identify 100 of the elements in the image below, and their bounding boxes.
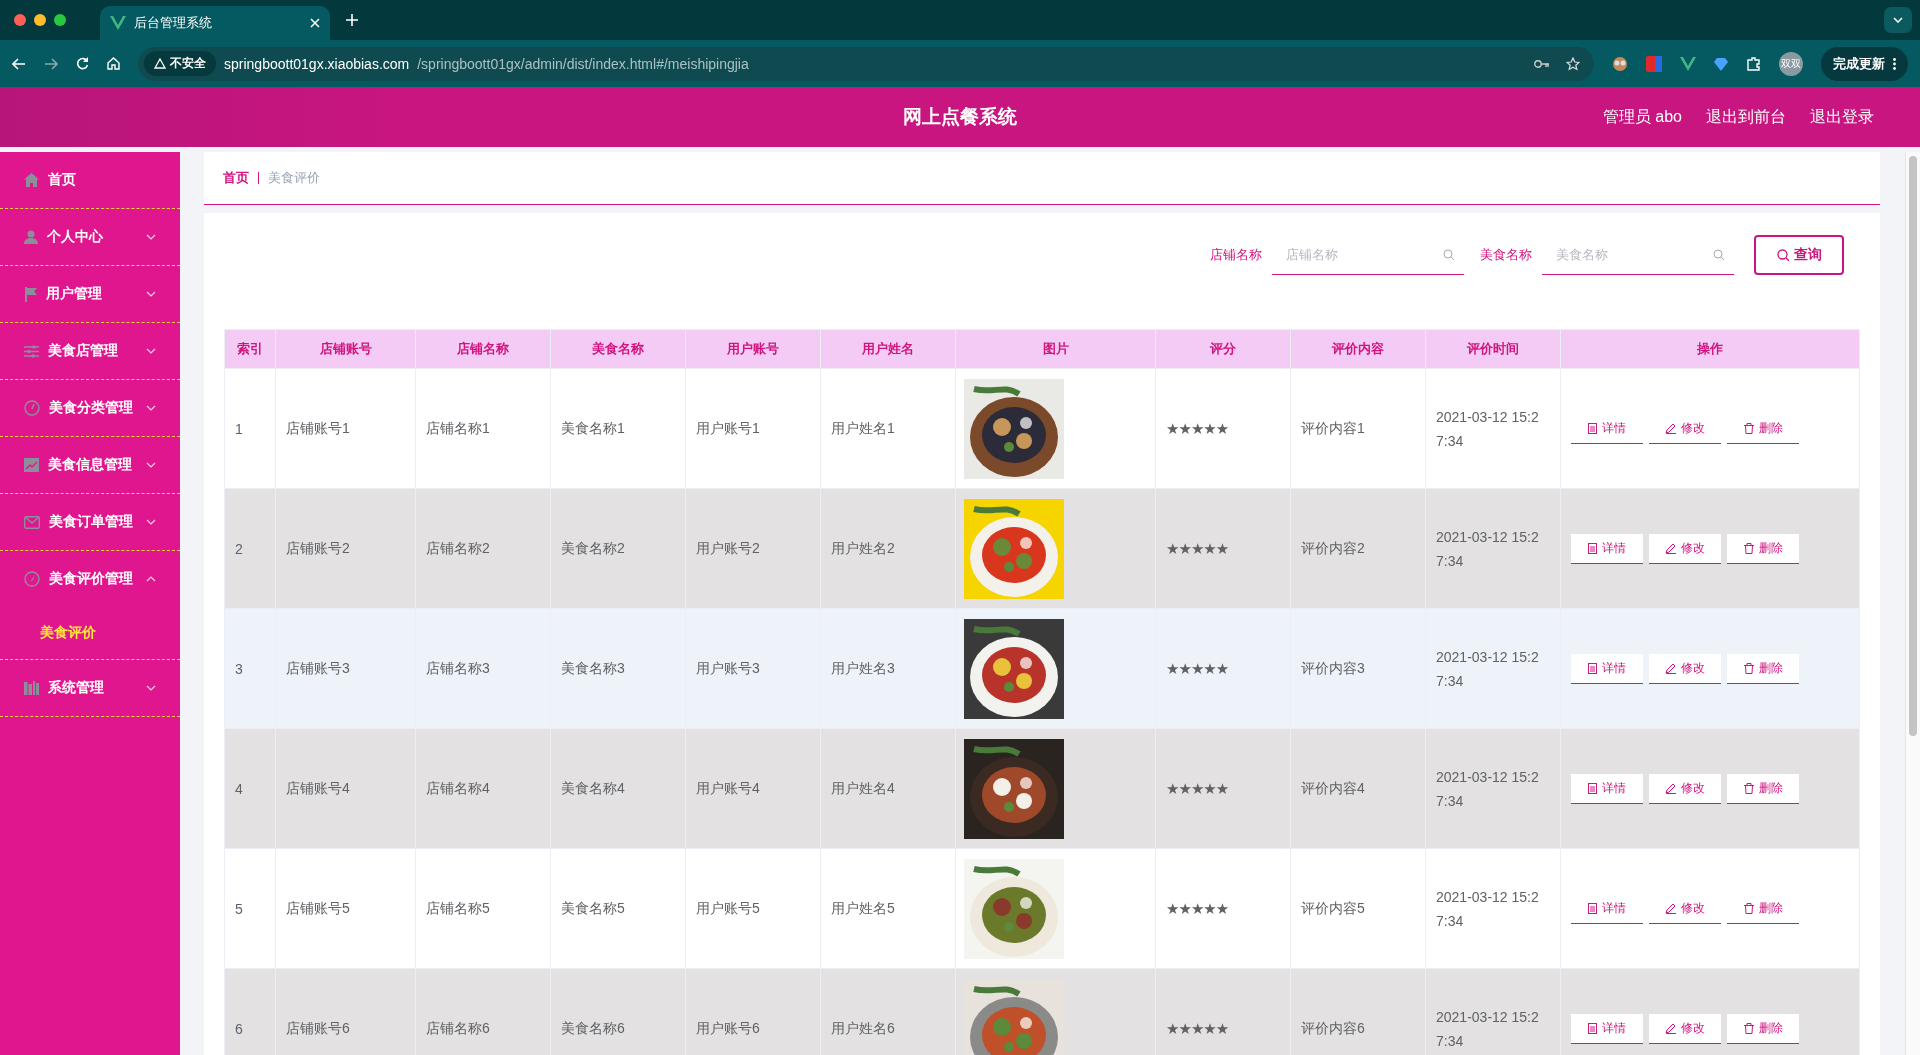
table-cell: 用户账号1: [696, 419, 760, 436]
table-cell-text: 2021-03-12 15:27:34: [1436, 407, 1540, 451]
pencil-icon: [1665, 542, 1676, 554]
sidebar-item[interactable]: 系统管理: [0, 660, 180, 716]
header-link[interactable]: 退出到前台: [1706, 106, 1786, 128]
table-cell: 用户账号3: [696, 659, 760, 676]
table-cell: 4: [235, 780, 243, 797]
table-cell-text: 2021-03-12 15:27:34: [1436, 1007, 1540, 1051]
back-icon[interactable]: [12, 57, 26, 70]
forward-icon[interactable]: [44, 57, 58, 70]
table-cell-text: 2021-03-12 15:27:34: [1436, 767, 1540, 811]
sidebar-item[interactable]: 美食分类管理: [0, 380, 180, 436]
table-cell: 用户姓名5: [831, 899, 895, 916]
edit-button[interactable]: 修改: [1649, 653, 1721, 684]
table-row[interactable]: 4 店铺账号4 店铺名称4 美食名称4 用户账号4 用户姓名4 ★★★★★ 评价内容4 2021-03-12 15:27:34 详情 修改 删除: [224, 728, 1860, 849]
sidebar-item[interactable]: 个人中心: [0, 209, 180, 265]
document-icon: [1588, 662, 1597, 674]
new-tab-icon[interactable]: [346, 14, 358, 26]
key-icon[interactable]: [1534, 58, 1550, 69]
breadcrumb-link[interactable]: 首页: [223, 169, 249, 187]
table-cell-text: 2021-03-12 15:27:34: [1436, 527, 1540, 571]
delete-button[interactable]: 删除: [1727, 1013, 1799, 1044]
rating-stars: ★★★★★: [1166, 779, 1229, 797]
warning-icon: [154, 58, 166, 69]
table-row[interactable]: 3 店铺账号3 店铺名称3 美食名称3 用户账号3 用户姓名3 ★★★★★ 评价内容3 2021-03-12 15:27:34 详情 修改 删除: [224, 608, 1860, 729]
gauge-icon: [24, 400, 40, 416]
table-row[interactable]: 1 店铺账号1 店铺名称1 美食名称1 用户账号1 用户姓名1 ★★★★★ 评价内容1 2021-03-12 15:27:34 详情 修改 删除: [224, 368, 1860, 489]
profile-avatar[interactable]: 双双: [1779, 51, 1803, 76]
search-icon: [1443, 249, 1454, 260]
scrollbar[interactable]: [1905, 152, 1920, 1055]
column-header: 评价内容: [1290, 329, 1426, 369]
table-cell: 店铺账号6: [286, 1019, 350, 1036]
search-field[interactable]: 店铺名称: [1272, 235, 1464, 275]
submenu-item[interactable]: 美食评价: [0, 607, 180, 659]
details-button[interactable]: 详情: [1571, 1013, 1643, 1044]
sidebar-item[interactable]: 美食订单管理: [0, 494, 180, 550]
document-icon: [1588, 1022, 1597, 1034]
table-cell: 6: [235, 1020, 243, 1037]
delete-button[interactable]: 删除: [1727, 533, 1799, 564]
reload-icon[interactable]: [76, 57, 89, 70]
header-link[interactable]: 退出登录: [1810, 106, 1874, 128]
edit-button[interactable]: 修改: [1649, 1013, 1721, 1044]
table-cell: 用户账号5: [696, 899, 760, 916]
table-cell: 5: [235, 900, 243, 917]
rating-stars: ★★★★★: [1166, 899, 1229, 917]
table-cell: 用户姓名4: [831, 779, 895, 796]
trash-icon: [1743, 782, 1754, 794]
table-cell: 店铺名称1: [426, 419, 490, 436]
table-cell: 美食名称6: [561, 1019, 625, 1036]
search-button[interactable]: 查询: [1754, 235, 1844, 275]
table-cell: 评价内容5: [1301, 899, 1365, 916]
edit-button[interactable]: 修改: [1649, 773, 1721, 804]
trash-icon: [1743, 902, 1754, 914]
table-row[interactable]: 2 店铺账号2 店铺名称2 美食名称2 用户账号2 用户姓名2 ★★★★★ 评价内容2 2021-03-12 15:27:34 详情 修改 删除: [224, 488, 1860, 609]
sidebar-item[interactable]: 美食评价管理: [0, 551, 180, 607]
pencil-icon: [1665, 1022, 1676, 1034]
rating-stars: ★★★★★: [1166, 539, 1229, 557]
breadcrumb-current: 美食评价: [268, 169, 320, 187]
delete-button[interactable]: 删除: [1727, 773, 1799, 804]
address-bar[interactable]: 不安全 springboott01gx.xiaobias.com /springboott01gx/admin/dist/index.html#/meishipingjia: [138, 46, 1594, 81]
table-cell: 用户账号6: [696, 1019, 760, 1036]
delete-button[interactable]: 删除: [1727, 653, 1799, 684]
sidebar-item[interactable]: 首页: [0, 152, 180, 208]
minimize-window-button[interactable]: [34, 14, 46, 26]
field-label: 店铺名称: [1210, 246, 1262, 264]
table-cell: 用户账号2: [696, 539, 760, 556]
update-button[interactable]: 完成更新: [1821, 46, 1908, 81]
sidebar-item[interactable]: 用户管理: [0, 266, 180, 322]
tab-list-button[interactable]: [1884, 7, 1912, 33]
home-icon[interactable]: [107, 57, 120, 70]
tab-title: 后台管理系统: [134, 14, 213, 32]
sidebar-item[interactable]: 美食店管理: [0, 323, 180, 379]
gem-icon[interactable]: [1714, 56, 1728, 71]
sidebar-item[interactable]: 美食信息管理: [0, 437, 180, 493]
table-row[interactable]: 6 店铺账号6 店铺名称6 美食名称6 用户账号6 用户姓名6 ★★★★★ 评价内容6 2021-03-12 15:27:34 详情 修改 删除: [224, 968, 1860, 1055]
security-chip[interactable]: 不安全: [144, 51, 216, 76]
search-icon: [1776, 249, 1789, 261]
field-label: 美食名称: [1480, 246, 1532, 264]
details-button[interactable]: 详情: [1571, 653, 1643, 684]
table-cell: 店铺名称6: [426, 1019, 490, 1036]
puzzle-icon[interactable]: [1746, 56, 1761, 71]
flag-icon: [24, 286, 37, 302]
column-header: 索引: [224, 329, 276, 369]
table-cell: 评价内容3: [1301, 659, 1365, 676]
extension-icon[interactable]: [1612, 55, 1628, 72]
search-field[interactable]: 美食名称: [1542, 235, 1734, 275]
details-button[interactable]: 详情: [1571, 533, 1643, 564]
edit-button[interactable]: 修改: [1649, 533, 1721, 564]
details-button[interactable]: 详情: [1571, 773, 1643, 804]
table-cell: 店铺账号5: [286, 899, 350, 916]
v-logo-icon[interactable]: [1680, 56, 1696, 71]
browser-tab[interactable]: 后台管理系统: [100, 6, 330, 40]
close-window-button[interactable]: [14, 14, 26, 26]
star-icon[interactable]: [1566, 56, 1580, 71]
maximize-window-button[interactable]: [54, 14, 66, 26]
table-cell: 用户姓名3: [831, 659, 895, 676]
close-icon[interactable]: [310, 18, 320, 28]
column-header: 用户账号: [685, 329, 821, 369]
table-row[interactable]: 5 店铺账号5 店铺名称5 美食名称5 用户账号5 用户姓名5 ★★★★★ 评价内容5 2021-03-12 15:27:34 详情 修改 删除: [224, 848, 1860, 969]
trash-icon: [1743, 542, 1754, 554]
